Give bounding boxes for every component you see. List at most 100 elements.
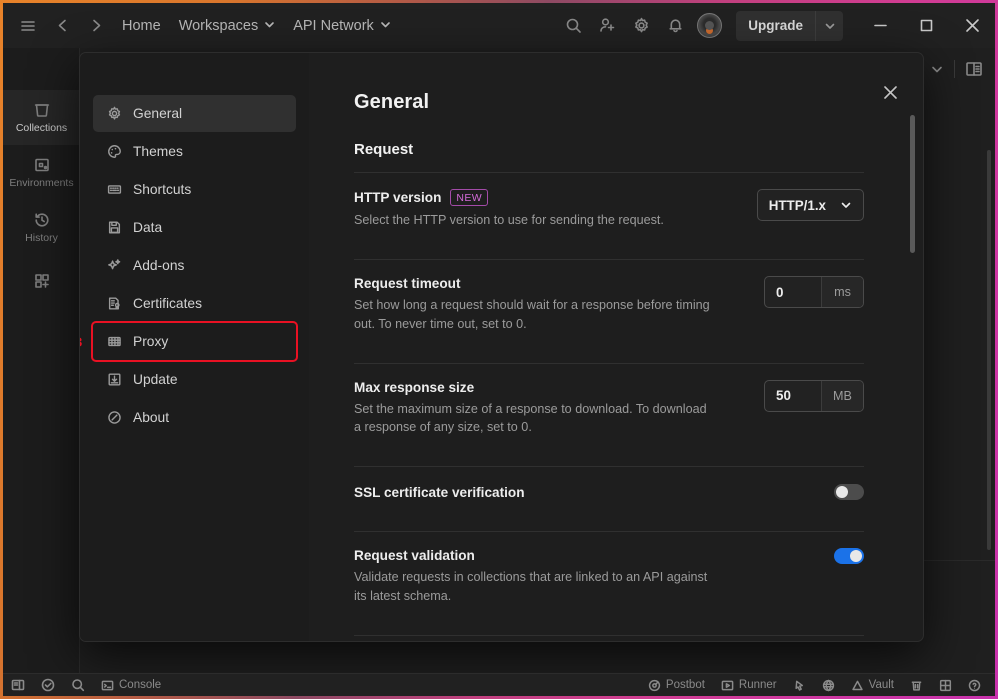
http-version-label: HTTP version — [354, 190, 442, 205]
settings-panel-scrollbar[interactable] — [910, 115, 915, 253]
annotation-marker-3: 3 — [80, 334, 82, 349]
statusbar: Console Postbot Runner Vault — [3, 673, 995, 696]
settings-nav-certificates[interactable]: Certificates — [93, 285, 296, 322]
settings-nav-data-label: Data — [133, 220, 163, 235]
settings-nav-proxy-label: Proxy — [133, 334, 169, 349]
certificate-icon — [106, 296, 122, 312]
globe-icon[interactable] — [814, 674, 843, 697]
runner-button[interactable]: Runner — [713, 674, 785, 697]
section-request-heading: Request — [354, 141, 414, 158]
vault-icon — [851, 679, 864, 692]
nav-home-label: Home — [122, 17, 161, 34]
toggle-knob — [850, 550, 862, 563]
settings-nav-certificates-label: Certificates — [133, 296, 203, 311]
sidebar-item-environments[interactable]: Environments — [3, 145, 80, 200]
sidebar-item-add-module[interactable] — [3, 255, 80, 310]
help-icon[interactable] — [960, 674, 989, 697]
vault-label: Vault — [868, 679, 894, 691]
console-label: Console — [119, 679, 162, 691]
sidebar-item-collections-label: Collections — [15, 122, 68, 135]
bell-icon[interactable] — [658, 3, 692, 48]
person-add-icon[interactable] — [590, 3, 624, 48]
window-minimize-button[interactable] — [857, 3, 903, 48]
settings-nav-add-ons[interactable]: Add-ons — [93, 247, 296, 284]
page-title: General — [354, 91, 430, 113]
sparkle-icon — [106, 258, 122, 274]
settings-panel: General Request HTTP version NEW Select … — [309, 53, 923, 641]
search-icon[interactable] — [63, 674, 93, 697]
settings-modal: General Themes Shortcuts Data Add-ons Ce… — [80, 53, 923, 641]
background-scrollbar[interactable] — [987, 150, 991, 550]
arrow-left-icon[interactable] — [45, 3, 79, 48]
http-version-select[interactable]: HTTP/1.x — [756, 189, 864, 221]
settings-nav-themes[interactable]: Themes — [93, 133, 296, 170]
upgrade-chevron-down-icon[interactable] — [815, 10, 843, 41]
sidebar-item-environments-label: Environments — [9, 177, 74, 190]
chevron-down-icon — [264, 18, 275, 34]
cursor-icon[interactable] — [785, 674, 814, 697]
gear-icon[interactable] — [624, 3, 658, 48]
avatar-icon[interactable] — [692, 3, 726, 48]
environments-icon — [33, 156, 51, 174]
request-timeout-value[interactable]: 0 — [765, 277, 821, 307]
max-response-size-value[interactable]: 50 — [765, 381, 821, 411]
setting-row-ssl-verification: SSL certificate verification — [354, 467, 864, 517]
postbot-button[interactable]: Postbot — [640, 674, 713, 697]
postbot-icon — [648, 679, 661, 692]
setting-row-http-version: HTTP version NEW Select the HTTP version… — [354, 173, 864, 245]
chevron-down-icon — [840, 199, 852, 211]
nav-home[interactable]: Home — [113, 3, 170, 48]
settings-nav-shortcuts[interactable]: Shortcuts — [93, 171, 296, 208]
gear-icon — [106, 106, 122, 122]
close-icon[interactable] — [879, 81, 901, 103]
nav-workspaces[interactable]: Workspaces — [170, 3, 285, 48]
max-response-size-input[interactable]: 50 MB — [764, 379, 864, 412]
settings-nav-about[interactable]: About — [93, 399, 296, 436]
collections-icon — [33, 101, 51, 119]
setting-row-max-response-size: Max response size Set the maximum size o… — [354, 364, 864, 453]
http-version-description: Select the HTTP version to use for sendi… — [354, 213, 664, 227]
settings-nav-proxy[interactable]: 3 Proxy — [80, 321, 298, 362]
trash-icon[interactable] — [902, 674, 931, 697]
search-icon[interactable] — [556, 3, 590, 48]
console-button[interactable]: Console — [93, 674, 169, 697]
toggle-knob — [836, 486, 848, 499]
split-panel-icon[interactable] — [965, 60, 983, 78]
request-timeout-label: Request timeout — [354, 276, 461, 292]
keyboard-icon — [106, 182, 122, 198]
settings-nav-general-label: General — [133, 106, 183, 121]
settings-nav-update[interactable]: Update — [93, 361, 296, 398]
vault-button[interactable]: Vault — [843, 674, 902, 697]
add-module-icon — [33, 272, 51, 290]
upgrade-group[interactable]: Upgrade — [736, 10, 843, 41]
window-close-button[interactable] — [949, 3, 995, 48]
sidebar-item-collections[interactable]: Collections — [3, 90, 80, 145]
upgrade-button[interactable]: Upgrade — [736, 11, 815, 41]
ssl-verification-toggle[interactable] — [834, 484, 864, 501]
arrow-right-icon[interactable] — [79, 3, 113, 48]
settings-nav: General Themes Shortcuts Data Add-ons Ce… — [80, 53, 309, 641]
settings-nav-data[interactable]: Data — [93, 209, 296, 246]
window-maximize-button[interactable] — [903, 3, 949, 48]
nav-api-network[interactable]: API Network — [284, 3, 400, 48]
nav-workspaces-label: Workspaces — [178, 17, 259, 34]
settings-nav-general[interactable]: General — [93, 95, 296, 132]
runner-icon — [721, 679, 734, 692]
max-response-size-label: Max response size — [354, 379, 475, 395]
setting-row-request-validation: Request validation Validate requests in … — [354, 532, 864, 621]
header-divider — [954, 60, 955, 78]
proxy-icon — [106, 334, 122, 350]
request-timeout-input[interactable]: 0 ms — [764, 276, 864, 309]
layout-icon[interactable] — [931, 674, 960, 697]
sidebar-toggle-icon[interactable] — [3, 674, 33, 697]
check-circle-icon[interactable] — [33, 674, 63, 697]
palette-icon — [106, 144, 122, 160]
left-rail: Collections Environments History — [3, 48, 80, 673]
workspace-chevron-down-icon[interactable] — [930, 62, 944, 76]
app-window: T O plates Get up to speed with testing … — [0, 0, 998, 699]
sidebar-item-history[interactable]: History — [3, 200, 80, 255]
settings-nav-shortcuts-label: Shortcuts — [133, 182, 192, 197]
hamburger-icon[interactable] — [11, 3, 45, 48]
request-validation-toggle[interactable] — [834, 548, 864, 565]
request-timeout-description: Set how long a request should wait for a… — [354, 298, 710, 331]
